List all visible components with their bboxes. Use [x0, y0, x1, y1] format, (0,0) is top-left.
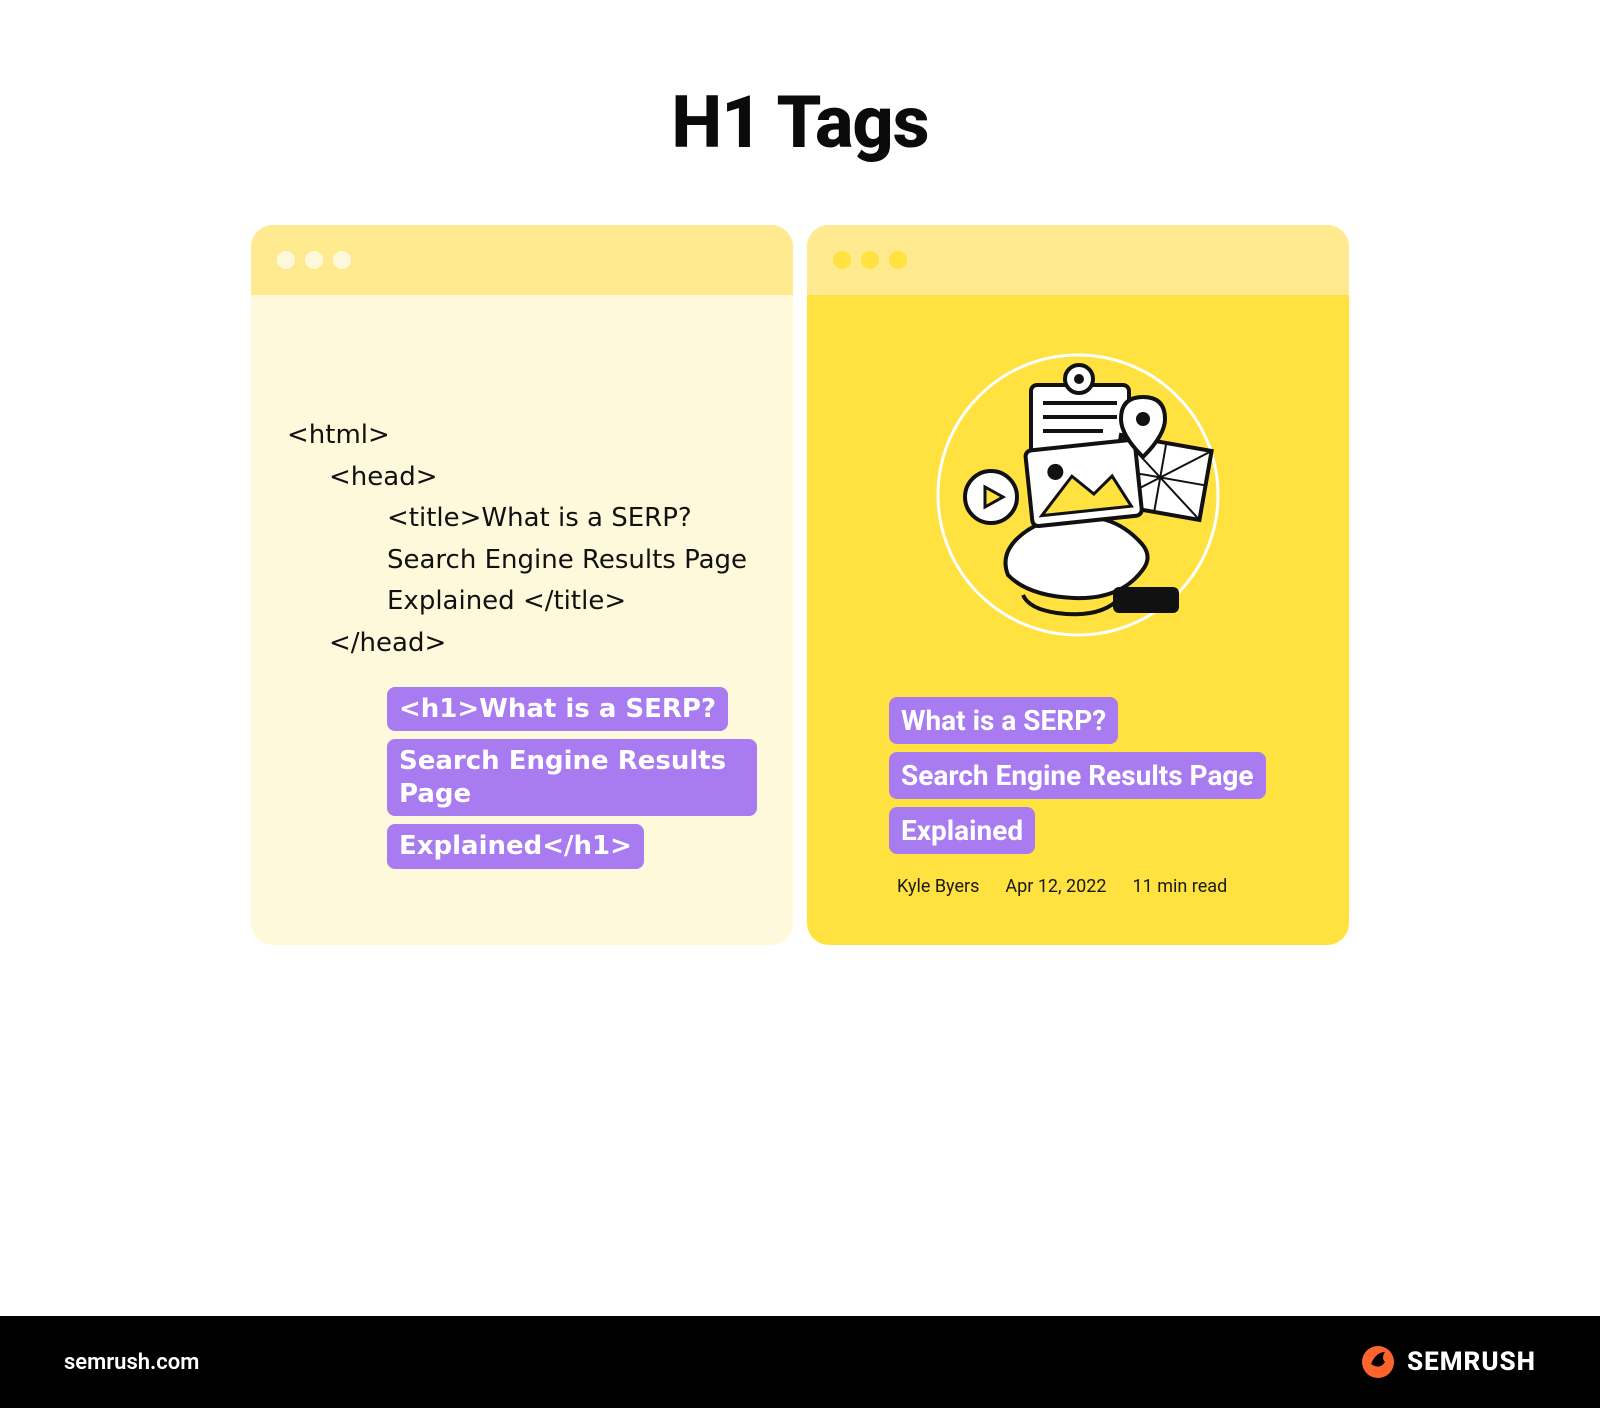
article-date: Apr 12, 2022 [1005, 876, 1106, 897]
article-read-time: 11 min read [1133, 876, 1228, 897]
headline-line2: Search Engine Results Page [889, 752, 1266, 799]
window-dot-icon [861, 251, 879, 269]
code-html-open: <html> [287, 415, 757, 457]
brand-text: SEMRUSH [1407, 1347, 1536, 1377]
brand-logo: SEMRUSH [1361, 1345, 1536, 1379]
page-title: H1 Tags [191, 0, 1409, 165]
footer-bar: semrush.com SEMRUSH [0, 1316, 1600, 1408]
window-dot-icon [277, 251, 295, 269]
window-dot-icon [305, 251, 323, 269]
code-head-close: </head> [287, 623, 757, 665]
headline-line1: What is a SERP? [889, 697, 1118, 744]
code-h1-line2: Search Engine Results Page [387, 739, 757, 816]
headline-line3: Explained [889, 807, 1035, 854]
article-meta: Kyle Byers Apr 12, 2022 11 min read [843, 876, 1313, 897]
code-title-line2: Search Engine Results Page [287, 540, 757, 582]
article-panel: What is a SERP? Search Engine Results Pa… [807, 225, 1349, 945]
code-head-open: <head> [287, 457, 757, 499]
window-dot-icon [889, 251, 907, 269]
code-title-line3: Explained </title> [287, 581, 757, 623]
window-dot-icon [333, 251, 351, 269]
article-author: Kyle Byers [897, 876, 979, 897]
panels-row: <html> <head> <title>What is a SERP? Sea… [251, 225, 1349, 945]
hand-serp-icon [913, 325, 1243, 655]
footer-site: semrush.com [64, 1350, 199, 1375]
code-h1-line1: <h1>What is a SERP? [387, 687, 728, 732]
window-dot-icon [833, 251, 851, 269]
browser-bar-left [251, 225, 793, 295]
code-panel: <html> <head> <title>What is a SERP? Sea… [251, 225, 793, 945]
code-title-line1: <title>What is a SERP? [287, 498, 757, 540]
code-area: <html> <head> <title>What is a SERP? Sea… [251, 295, 793, 913]
code-h1-line3: Explained</h1> [387, 824, 644, 869]
browser-bar-right [807, 225, 1349, 295]
article-headline: What is a SERP? Search Engine Results Pa… [889, 693, 1313, 858]
semrush-flame-icon [1361, 1345, 1395, 1379]
hero-illustration [843, 315, 1313, 663]
code-h1-highlight: <h1>What is a SERP? Search Engine Result… [287, 683, 757, 873]
